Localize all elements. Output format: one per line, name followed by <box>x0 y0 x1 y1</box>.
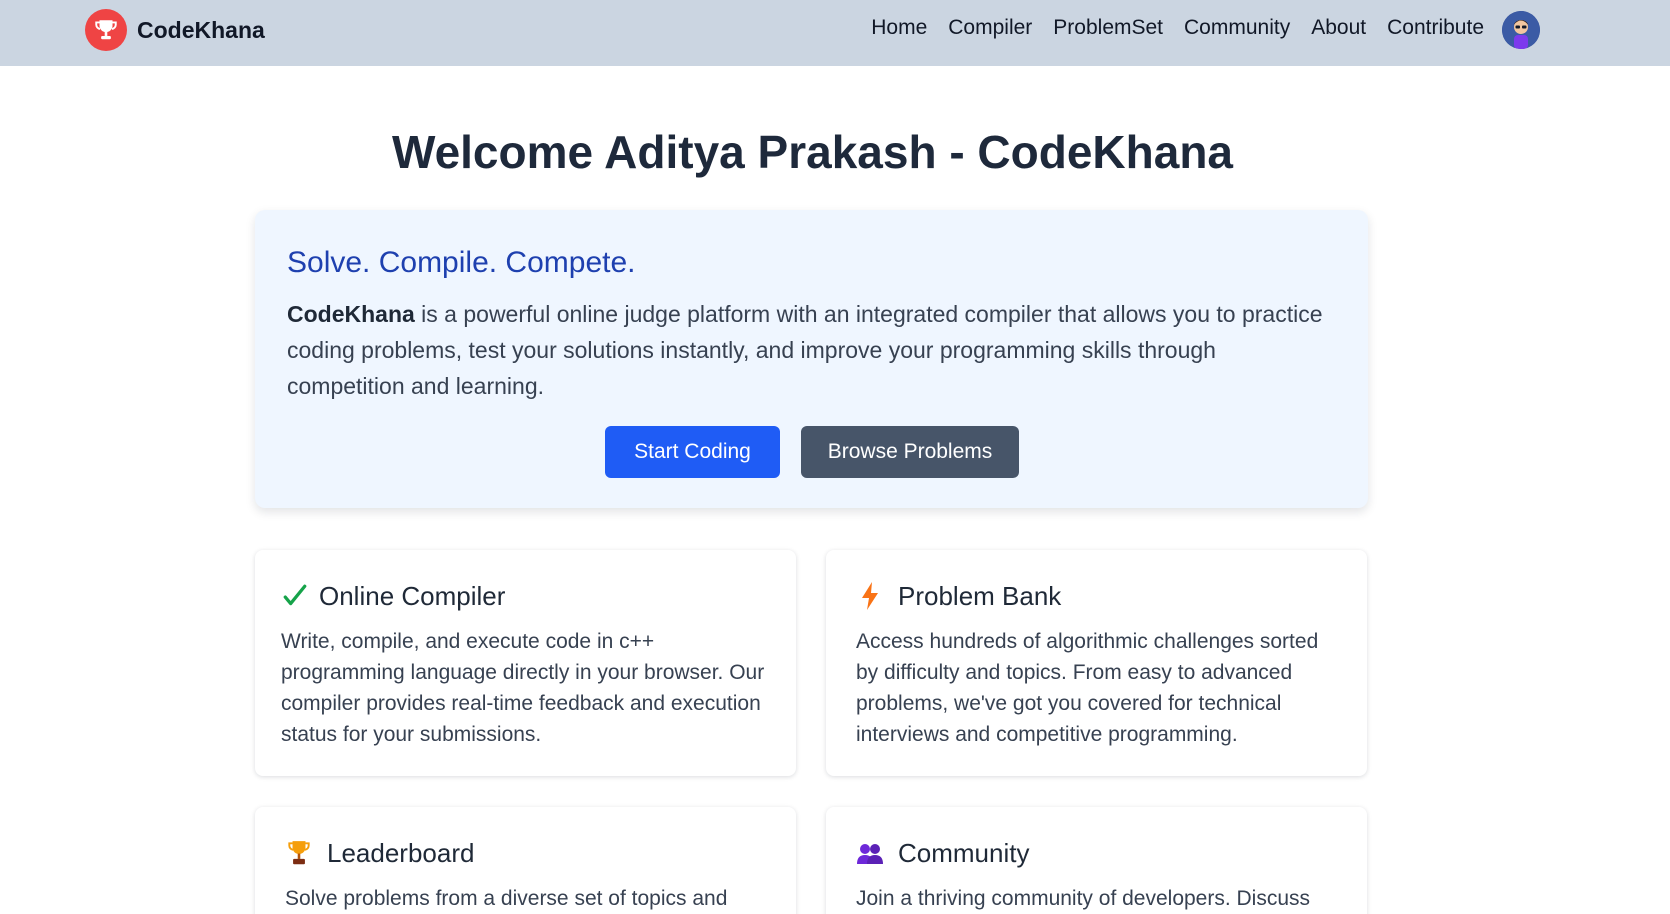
nav-compiler[interactable]: Compiler <box>948 14 1032 42</box>
page-title: Welcome Aditya Prakash - CodeKhana <box>391 126 1234 178</box>
hero-title: Solve. Compile. Compete. <box>287 246 636 279</box>
start-coding-button[interactable]: Start Coding <box>605 426 780 478</box>
hero-description: CodeKhana is a powerful online judge pla… <box>287 296 1337 404</box>
hero-buttons: Start Coding Browse Problems <box>605 426 1019 478</box>
feature-text: Write, compile, and execute code in c++ … <box>281 630 765 746</box>
user-avatar-icon[interactable] <box>1502 11 1540 49</box>
feature-card-compiler: Online Compiler Write, compile, and exec… <box>255 550 796 776</box>
browse-problems-button[interactable]: Browse Problems <box>801 426 1019 478</box>
feature-card-community: Community Join a thriving community of d… <box>826 807 1367 914</box>
nav-community[interactable]: Community <box>1184 14 1290 42</box>
trophy-icon <box>285 839 313 867</box>
nav-home[interactable]: Home <box>871 14 927 42</box>
feature-title: Problem Bank <box>898 580 1062 611</box>
nav-contribute[interactable]: Contribute <box>1387 14 1484 42</box>
brand-name: CodeKhana <box>137 16 265 43</box>
feature-card-problem-bank: Problem Bank Access hundreds of algorith… <box>826 550 1367 776</box>
people-icon <box>856 839 884 867</box>
brand[interactable]: CodeKhana <box>85 9 265 51</box>
hero-description-text: is a powerful online judge platform with… <box>287 301 1323 399</box>
feature-text: Access hundreds of algorithmic challenge… <box>856 630 1319 746</box>
nav-links: Home Compiler ProblemSet Community About… <box>871 14 1484 42</box>
feature-title: Leaderboard <box>327 837 475 868</box>
feature-card-leaderboard: Leaderboard Solve problems from a divers… <box>255 807 796 914</box>
trophy-icon <box>85 9 127 51</box>
hero-card: Solve. Compile. Compete. CodeKhana is a … <box>255 210 1368 508</box>
nav-problemset[interactable]: ProblemSet <box>1053 14 1163 42</box>
feature-text: Join a thriving community of developers.… <box>856 887 1311 910</box>
navbar: CodeKhana Home Compiler ProblemSet Commu… <box>0 0 1670 66</box>
nav-about[interactable]: About <box>1311 14 1366 42</box>
lightning-icon <box>856 582 884 610</box>
feature-title: Community <box>898 837 1030 868</box>
feature-title: Online Compiler <box>319 580 506 611</box>
checkmark-icon <box>281 582 309 610</box>
hero-brand-bold: CodeKhana <box>287 301 415 327</box>
feature-text: Solve problems from a diverse set of top… <box>285 887 728 910</box>
